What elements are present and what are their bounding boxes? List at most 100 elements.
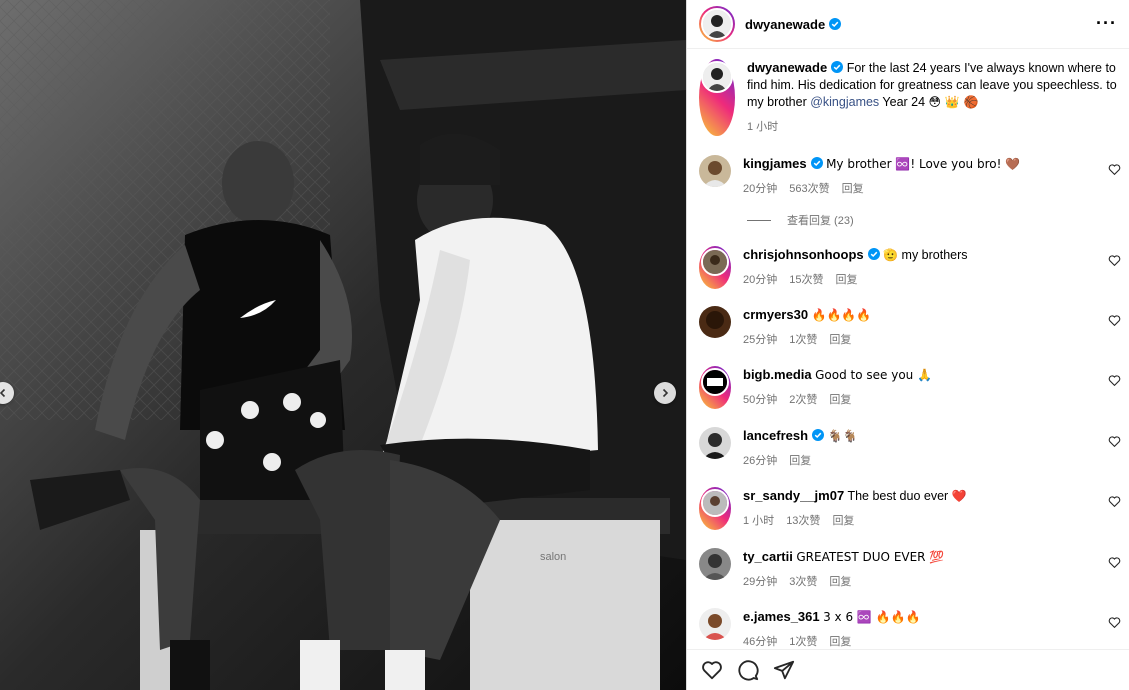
commenter-avatar[interactable] [699,155,731,187]
comment-text: The best duo ever [847,489,952,503]
comment-time: 29分钟 [743,576,778,588]
comment-bubble-icon[interactable] [737,659,759,681]
reply-button[interactable]: 回复 [829,574,851,591]
comment-time: 20分钟 [743,274,778,286]
verified-badge-icon [867,248,880,260]
commenter-username[interactable]: e.james_361 [743,609,820,624]
verified-badge-icon [829,18,842,30]
avatar-image [703,491,727,515]
avatar-image [699,306,731,338]
commenter-avatar[interactable] [699,608,731,640]
comment-text: 3 x 6 ♾️ 🔥🔥🔥 [823,610,921,624]
caption-username[interactable]: dwyanewade [747,60,827,75]
post-header: dwyanewade ··· [687,0,1129,49]
reply-button[interactable]: 回复 [842,181,864,198]
like-comment-icon[interactable] [1108,435,1121,448]
avatar-image [699,548,731,580]
commenter-username[interactable]: crmyers30 [743,307,808,322]
comment-likes[interactable]: 2次赞 [789,392,817,409]
comment-text: 🔥🔥🔥🔥 [811,308,872,322]
comment-likes[interactable]: 13次赞 [786,513,820,530]
commenter-avatar[interactable] [699,366,731,409]
comment-time: 50分钟 [743,394,778,406]
comment-item: crmyers30 🔥🔥🔥🔥 25分钟 1次赞 回复 [699,306,1121,349]
avatar-image [703,10,731,38]
comment-text: Good to see you 🙏 [815,368,933,382]
commenter-username[interactable]: chrisjohnsonhoops [743,247,864,262]
verified-badge-icon [812,429,825,441]
replies-divider [747,219,771,221]
reply-button[interactable]: 回复 [829,332,851,349]
reply-button[interactable]: 回复 [789,453,811,470]
comment-text-tail: ❤️ [951,489,967,503]
post-caption: dwyanewade For the last 24 years I've al… [687,49,1129,136]
avatar-image [699,155,731,187]
chevron-left-icon [0,388,6,398]
like-comment-icon[interactable] [1108,556,1121,569]
like-comment-icon[interactable] [1108,314,1121,327]
like-comment-icon[interactable] [1108,374,1121,387]
commenter-avatar[interactable] [699,427,731,459]
comment-time: 20分钟 [743,183,778,195]
avatar-image [699,427,731,459]
comment-item: bigb.media Good to see you 🙏 50分钟 2次赞 回复 [699,366,1121,409]
comment-text: 🫡 [883,248,899,262]
comment-likes[interactable]: 3次赞 [789,574,817,591]
header-username[interactable]: dwyanewade [745,17,825,32]
comment-item: sr_sandy__jm07 The best duo ever ❤️ 1 小时… [699,487,1121,530]
commenter-username[interactable]: lancefresh [743,428,808,443]
commenter-username[interactable]: sr_sandy__jm07 [743,488,844,503]
comment-text: GREATEST DUO EVER 💯 [796,550,945,564]
comment-likes[interactable]: 1次赞 [789,332,817,349]
comment-item: e.james_361 3 x 6 ♾️ 🔥🔥🔥 46分钟 1次赞 回复 [699,608,1121,649]
comment-time: 25分钟 [743,334,778,346]
comment-time: 26分钟 [743,455,778,467]
commenter-username[interactable]: kingjames [743,156,807,171]
comment-item: chrisjohnsonhoops 🫡 my brothers 20分钟 15次赞… [699,246,1121,289]
post-photo[interactable]: salon [0,0,686,690]
comment-time: 46分钟 [743,636,778,648]
commenter-username[interactable]: bigb.media [743,367,812,382]
commenter-username[interactable]: ty_cartii [743,549,793,564]
view-replies-label: 查看回复 (23) [787,215,854,227]
comment-likes[interactable]: 15次赞 [789,272,823,289]
share-send-icon[interactable] [773,659,795,681]
author-avatar[interactable] [699,6,735,42]
commenter-avatar[interactable] [699,487,731,530]
chevron-right-icon [662,388,669,398]
like-comment-icon[interactable] [1108,254,1121,267]
reply-button[interactable]: 回复 [829,634,851,649]
comment-likes[interactable]: 563次赞 [789,181,829,198]
avatar-image [703,250,727,274]
post-actions-bar [687,649,1129,690]
instagram-post-viewer: salon dwyanewade ··· dwyanewade For the … [0,0,1129,690]
comment-text: My brother ♾️! Love you bro! 🤎 [826,157,1021,171]
reply-button[interactable]: 回复 [836,272,858,289]
verified-badge-icon [810,157,823,169]
comment-item: ty_cartii GREATEST DUO EVER 💯 29分钟 3次赞 回复 [699,548,1121,591]
next-photo-button[interactable] [654,382,676,404]
like-comment-icon[interactable] [1108,163,1121,176]
comment-item: lancefresh 🐐🐐 26分钟 回复 [699,427,1121,470]
caption-avatar[interactable] [699,59,735,136]
comment-text: 🐐🐐 [827,429,858,443]
commenter-avatar[interactable] [699,306,731,338]
view-replies-button[interactable]: 查看回复 (23) [747,212,854,228]
reply-button[interactable]: 回复 [832,513,854,530]
comment-item: kingjames My brother ♾️! Love you bro! 🤎… [699,155,1121,198]
like-heart-icon[interactable] [701,659,723,681]
comments-section[interactable]: dwyanewade For the last 24 years I've al… [687,49,1129,649]
avatar-image [703,63,731,91]
caption-emoji: 😳 👑 🏀 [928,95,979,109]
like-comment-icon[interactable] [1108,495,1121,508]
reply-button[interactable]: 回复 [829,392,851,409]
caption-text-3: Year 24 [879,95,929,109]
like-comment-icon[interactable] [1108,616,1121,629]
mention-link[interactable]: @kingjames [810,95,879,109]
comment-likes[interactable]: 1次赞 [789,634,817,649]
caption-time: 1 小时 [747,121,779,133]
more-options-button[interactable]: ··· [1096,14,1117,32]
commenter-avatar[interactable] [699,246,731,289]
commenter-avatar[interactable] [699,548,731,580]
bench-brand-text: salon [540,551,566,563]
